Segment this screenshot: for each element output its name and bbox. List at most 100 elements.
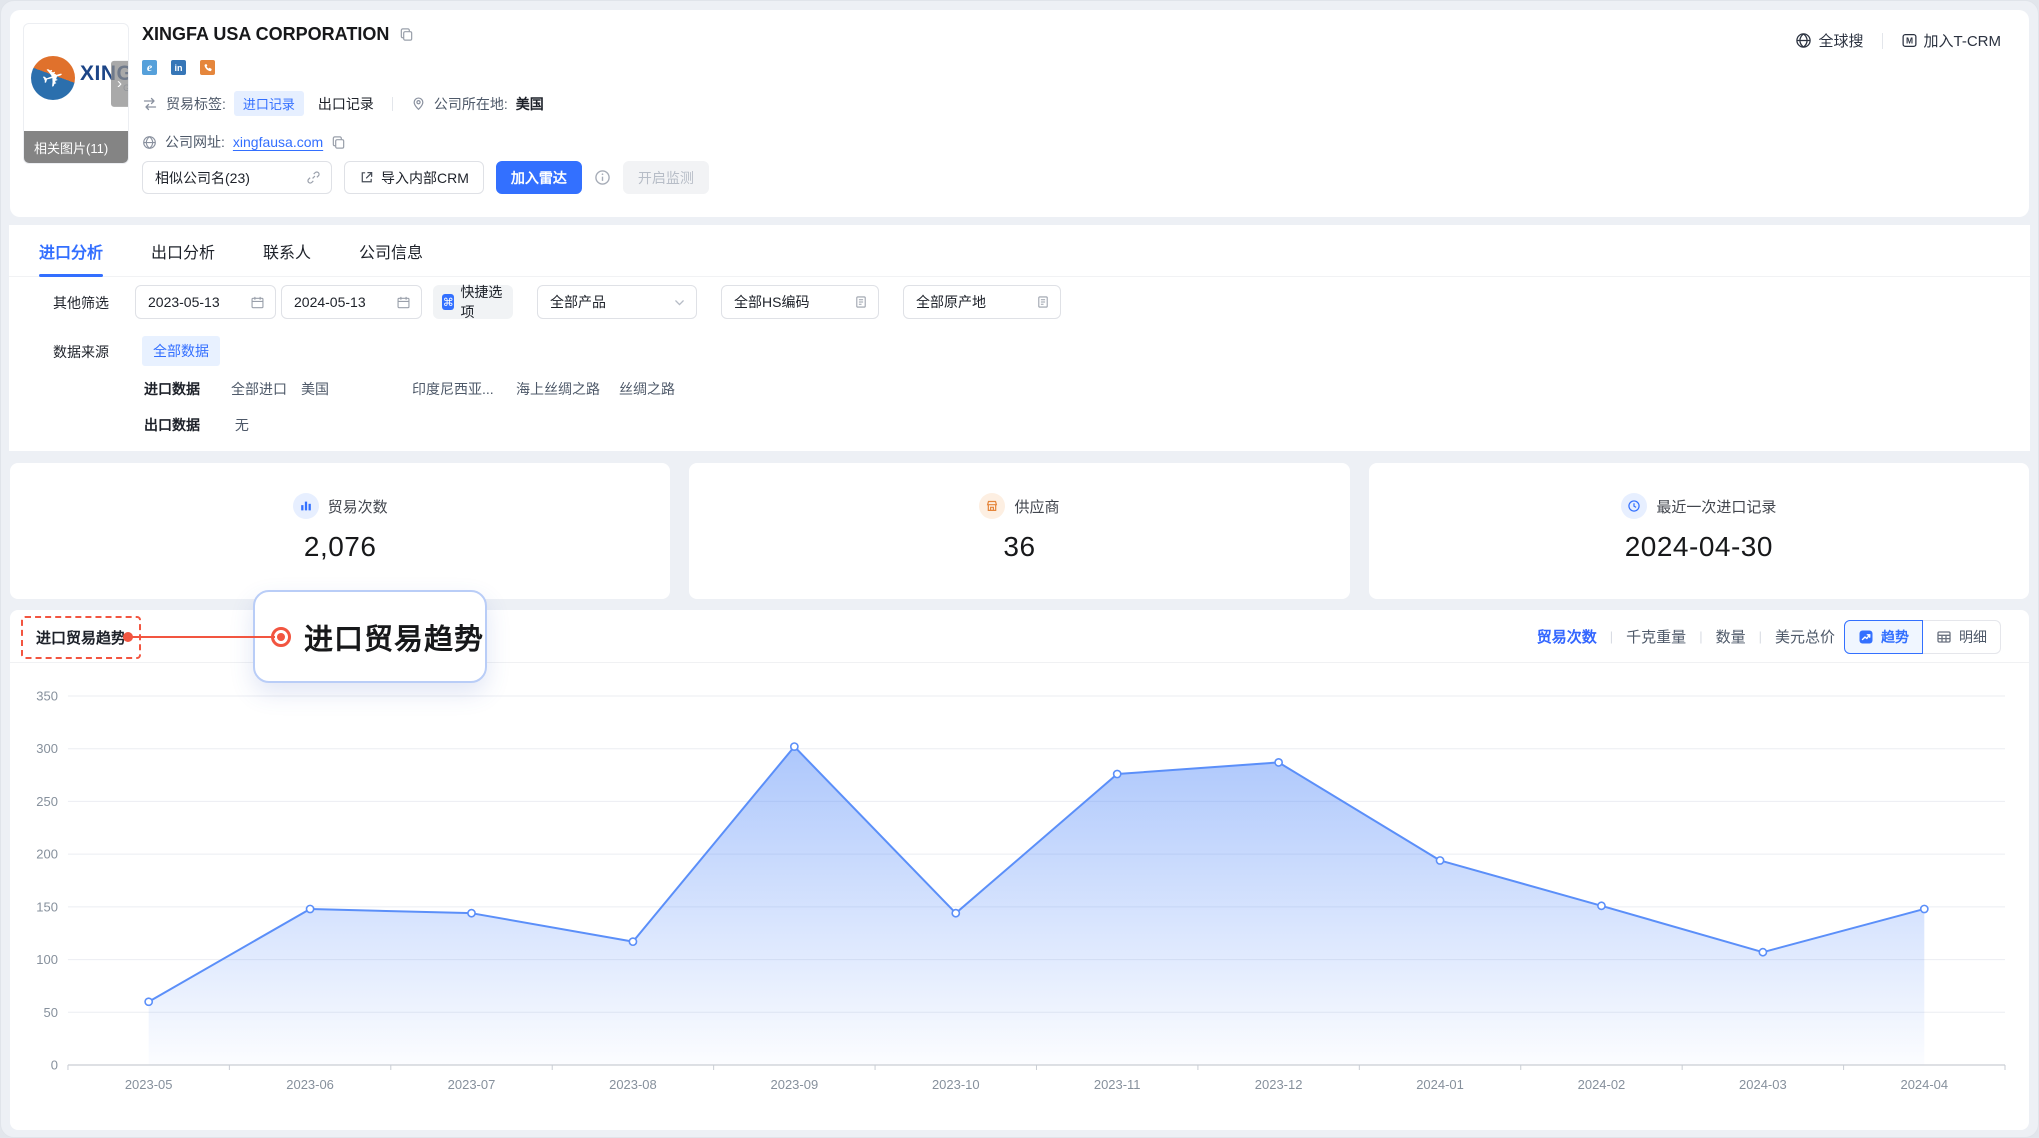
copy-website-icon[interactable]: [331, 135, 346, 150]
import-trend-card: 进口贸易趋势 贸易次数 | 千克重量 | 数量 | 美元总价 趋势 明细: [10, 610, 2029, 1130]
callout-connector-line: [129, 636, 275, 638]
view-trend-label: 趋势: [1881, 627, 1909, 647]
info-icon[interactable]: [594, 169, 611, 186]
join-crm-label: 加入T-CRM: [1924, 30, 2002, 51]
hs-code-select[interactable]: 全部HS编码: [721, 285, 879, 319]
tab-bar: 进口分析 出口分析 联系人 公司信息: [9, 225, 2030, 277]
trend-area-chart[interactable]: 0501001502002503003502023-052023-062023-…: [22, 688, 2017, 1120]
import-data-value: 海上丝绸之路: [516, 379, 619, 399]
svg-text:2024-04: 2024-04: [1900, 1077, 1948, 1092]
view-detail-label: 明细: [1959, 627, 1987, 647]
metric-trade-count[interactable]: 贸易次数: [1537, 626, 1597, 647]
crm-icon: M: [1901, 32, 1918, 49]
metric-quantity[interactable]: 数量: [1716, 626, 1746, 647]
link-icon: [306, 170, 321, 185]
calendar-icon: [396, 295, 411, 310]
svg-text:2024-03: 2024-03: [1739, 1077, 1787, 1092]
trend-chart-svg: 0501001502002503003502023-052023-062023-…: [22, 688, 2017, 1120]
stat-card-last-import: 最近一次进口记录 2024-04-30: [1369, 463, 2029, 599]
clock-icon: [1621, 493, 1647, 519]
tab-contacts[interactable]: 联系人: [263, 225, 311, 277]
bar-chart-icon: [293, 493, 319, 519]
svg-text:0: 0: [51, 1057, 58, 1072]
stat-card-trade-count: 贸易次数 2,076: [10, 463, 670, 599]
svg-text:2023-09: 2023-09: [771, 1077, 819, 1092]
logo-globe-mark: ✈: [31, 56, 75, 100]
view-toggle: 趋势 明细: [1844, 620, 2001, 654]
svg-text:350: 350: [36, 688, 58, 703]
analysis-section: 进口分析 出口分析 联系人 公司信息 其他筛选 2023-05-13 2024-…: [9, 225, 2030, 451]
svg-text:2023-07: 2023-07: [448, 1077, 496, 1092]
trend-icon: [1858, 629, 1874, 645]
location-label: 公司所在地:: [434, 94, 508, 114]
add-radar-button[interactable]: 加入雷达: [496, 161, 582, 194]
add-radar-label: 加入雷达: [511, 168, 567, 188]
linkedin-icon[interactable]: in: [171, 60, 186, 75]
tag-export-records[interactable]: 出口记录: [318, 94, 374, 114]
start-monitor-button[interactable]: 开启监测: [623, 161, 709, 194]
copy-company-name-icon[interactable]: [399, 27, 414, 42]
stat-value-suppliers: 36: [1003, 531, 1035, 563]
website-icon[interactable]: e: [142, 60, 157, 75]
stat-label: 贸易次数: [328, 496, 388, 517]
company-name: XINGFA USA CORPORATION: [142, 24, 389, 45]
other-filter-label: 其他筛选: [53, 293, 109, 313]
date-to-input[interactable]: 2024-05-13: [281, 285, 422, 319]
table-icon: [1936, 629, 1952, 645]
svg-text:300: 300: [36, 741, 58, 756]
trade-tag-label: 贸易标签:: [166, 94, 226, 114]
data-source-label: 数据来源: [53, 342, 109, 362]
tab-import-analysis[interactable]: 进口分析: [39, 225, 103, 277]
metric-kg-weight[interactable]: 千克重量: [1626, 626, 1686, 647]
app-page: 全球搜 M 加入T-CRM ✈ XINGFA GROUP › 相关图片(1: [0, 0, 2039, 1138]
svg-text:2023-12: 2023-12: [1255, 1077, 1303, 1092]
topbar-divider: [1882, 33, 1883, 49]
import-crm-button[interactable]: 导入内部CRM: [344, 161, 484, 194]
svg-text:M: M: [1905, 36, 1912, 46]
view-detail-button[interactable]: 明细: [1923, 620, 2001, 654]
metric-usd-total[interactable]: 美元总价: [1775, 626, 1835, 647]
website-globe-icon: [142, 135, 157, 150]
origin-value: 全部原产地: [916, 292, 986, 312]
origin-select[interactable]: 全部原产地: [903, 285, 1061, 319]
svg-text:150: 150: [36, 899, 58, 914]
carousel-next-button[interactable]: ›: [111, 60, 128, 106]
import-data-value: 印度尼西亚...: [412, 379, 516, 399]
svg-text:200: 200: [36, 847, 58, 862]
similar-companies-label: 相似公司名(23): [155, 168, 250, 188]
quick-options-button[interactable]: ⌘ 快捷选项: [433, 285, 513, 319]
similar-companies-field[interactable]: 相似公司名(23): [142, 161, 332, 194]
global-search-button[interactable]: 全球搜: [1795, 30, 1863, 51]
metric-switcher: 贸易次数 | 千克重量 | 数量 | 美元总价: [1537, 610, 1835, 663]
calendar-icon: [250, 295, 265, 310]
tab-company-info[interactable]: 公司信息: [359, 225, 423, 277]
svg-text:2024-01: 2024-01: [1416, 1077, 1464, 1092]
related-images-badge[interactable]: 相关图片(11): [24, 131, 128, 163]
svg-text:2023-06: 2023-06: [286, 1077, 334, 1092]
document-icon: [854, 295, 868, 309]
import-icon: [359, 170, 374, 185]
chevron-right-icon: ›: [117, 75, 122, 92]
svg-text:2023-10: 2023-10: [932, 1077, 980, 1092]
location-value: 美国: [516, 94, 544, 114]
join-crm-button[interactable]: M 加入T-CRM: [1901, 30, 2002, 51]
location-pin-icon: [411, 96, 426, 111]
view-trend-button[interactable]: 趋势: [1844, 620, 1923, 654]
svg-text:250: 250: [36, 794, 58, 809]
command-icon: ⌘: [442, 294, 454, 310]
phone-icon[interactable]: [200, 60, 215, 75]
global-search-label: 全球搜: [1818, 30, 1863, 51]
stat-label: 供应商: [1014, 496, 1059, 517]
company-logo-card[interactable]: ✈ XINGFA GROUP › 相关图片(11): [23, 23, 129, 164]
company-website-link[interactable]: xingfausa.com: [233, 134, 323, 150]
date-from-input[interactable]: 2023-05-13: [135, 285, 276, 319]
stat-card-suppliers: 供应商 36: [689, 463, 1349, 599]
tab-export-analysis[interactable]: 出口分析: [151, 225, 215, 277]
globe-icon: [1795, 32, 1812, 49]
all-data-chip[interactable]: 全部数据: [142, 336, 220, 366]
tag-import-records[interactable]: 进口记录: [234, 91, 304, 116]
svg-text:100: 100: [36, 952, 58, 967]
product-select[interactable]: 全部产品: [537, 285, 697, 319]
shop-icon: [979, 493, 1005, 519]
quick-options-label: 快捷选项: [460, 282, 504, 322]
